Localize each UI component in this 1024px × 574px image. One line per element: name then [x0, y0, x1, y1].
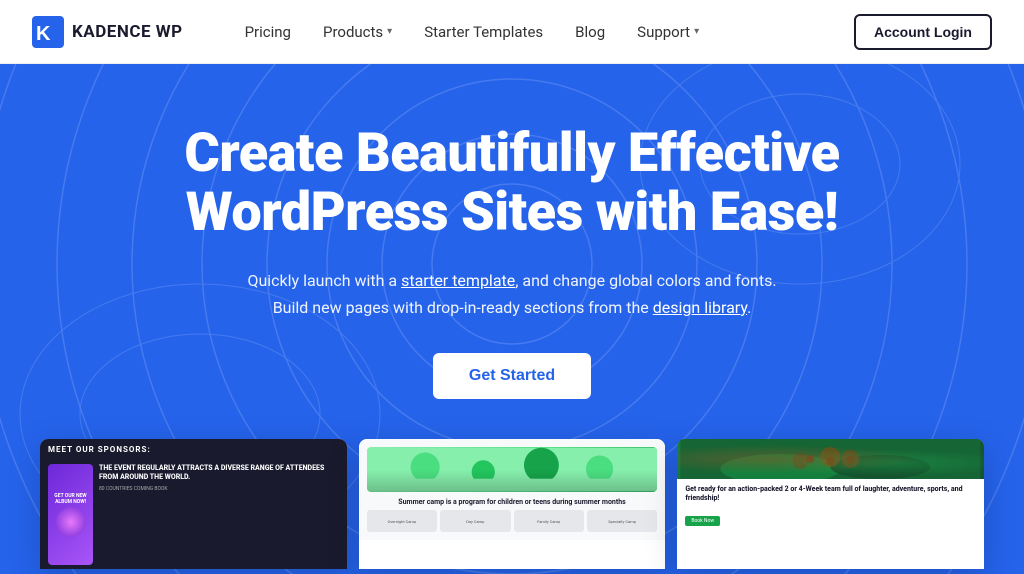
nav-products[interactable]: Products ▾: [309, 15, 406, 49]
support-chevron-icon: ▾: [694, 26, 699, 37]
preview-card-3: Get ready for an action-packed 2 or 4-We…: [677, 439, 984, 569]
card1-header: MEET OUR SPONSORS:: [40, 439, 347, 460]
card1-headline: THE EVENT REGULARLY ATTRACTS A DIVERSE R…: [99, 464, 339, 482]
card1-body: GET OUR NEW ALBUM NOW! THE EVENT REGULAR…: [40, 460, 347, 569]
preview-card-1: MEET OUR SPONSORS: GET OUR NEW ALBUM NOW…: [40, 439, 347, 569]
account-login-button[interactable]: Account Login: [854, 14, 992, 50]
preview-card-2: Summer camp is a program for children or…: [359, 439, 666, 569]
card3-image: [677, 439, 984, 479]
card3-cta: Book Now: [685, 516, 720, 526]
card2-grid: Overnight Camp Day Camp Family Camp Spec…: [367, 510, 658, 532]
card3-heading: Get ready for an action-packed 2 or 4-We…: [685, 485, 976, 503]
nav-cta: Account Login: [854, 14, 992, 50]
subtitle-text-3: Build new pages with drop-in-ready secti…: [273, 298, 653, 317]
subtitle-text-1: Quickly launch with a: [247, 271, 401, 290]
logo-link[interactable]: K KADENCE WP: [32, 16, 183, 48]
subtitle-text-4: .: [747, 298, 751, 317]
hero-title: Create Beautifully Effective WordPress S…: [152, 124, 872, 243]
logo-text: KADENCE WP: [72, 22, 183, 42]
hero-subtitle: Quickly launch with a starter template, …: [152, 267, 872, 321]
design-library-link[interactable]: design library: [653, 298, 747, 317]
hero-content: Create Beautifully Effective WordPress S…: [152, 124, 872, 439]
products-chevron-icon: ▾: [387, 26, 392, 37]
card2-hero-image: [367, 447, 658, 492]
nav-links: Pricing Products ▾ Starter Templates Blo…: [231, 15, 854, 49]
starter-template-link[interactable]: starter template: [401, 271, 515, 290]
card3-body: Get ready for an action-packed 2 or 4-We…: [677, 479, 984, 569]
card1-album-badge: GET OUR NEW ALBUM NOW!: [48, 464, 93, 565]
card2-item-4: Specialty Camp: [587, 510, 657, 532]
nav-blog[interactable]: Blog: [561, 15, 619, 49]
get-started-button[interactable]: Get Started: [433, 353, 591, 399]
card1-badge-text: GET OUR NEW ALBUM NOW!: [52, 493, 89, 505]
card2-content: Summer camp is a program for children or…: [359, 439, 666, 540]
preview-row: MEET OUR SPONSORS: GET OUR NEW ALBUM NOW…: [40, 439, 984, 569]
svg-text:K: K: [36, 23, 51, 45]
nav-support[interactable]: Support ▾: [623, 15, 713, 49]
card2-title: Summer camp is a program for children or…: [367, 498, 658, 506]
card2-item-2: Day Camp: [440, 510, 510, 532]
nav-pricing[interactable]: Pricing: [231, 15, 305, 49]
nav-starter-templates[interactable]: Starter Templates: [410, 15, 557, 49]
logo-icon: K: [32, 16, 64, 48]
camp-illustration: [367, 447, 658, 492]
card2-item-1: Overnight Camp: [367, 510, 437, 532]
navbar: K KADENCE WP Pricing Products ▾ Starter …: [0, 0, 1024, 64]
card2-item-3: Family Camp: [514, 510, 584, 532]
subtitle-text-2: , and change global colors and fonts.: [515, 271, 776, 290]
outdoor-illustration: [677, 439, 984, 479]
card1-text: THE EVENT REGULARLY ATTRACTS A DIVERSE R…: [99, 464, 339, 565]
hero-section: Create Beautifully Effective WordPress S…: [0, 64, 1024, 574]
card1-subtext: 80 COUNTRIES COMING BOOK: [99, 486, 339, 493]
